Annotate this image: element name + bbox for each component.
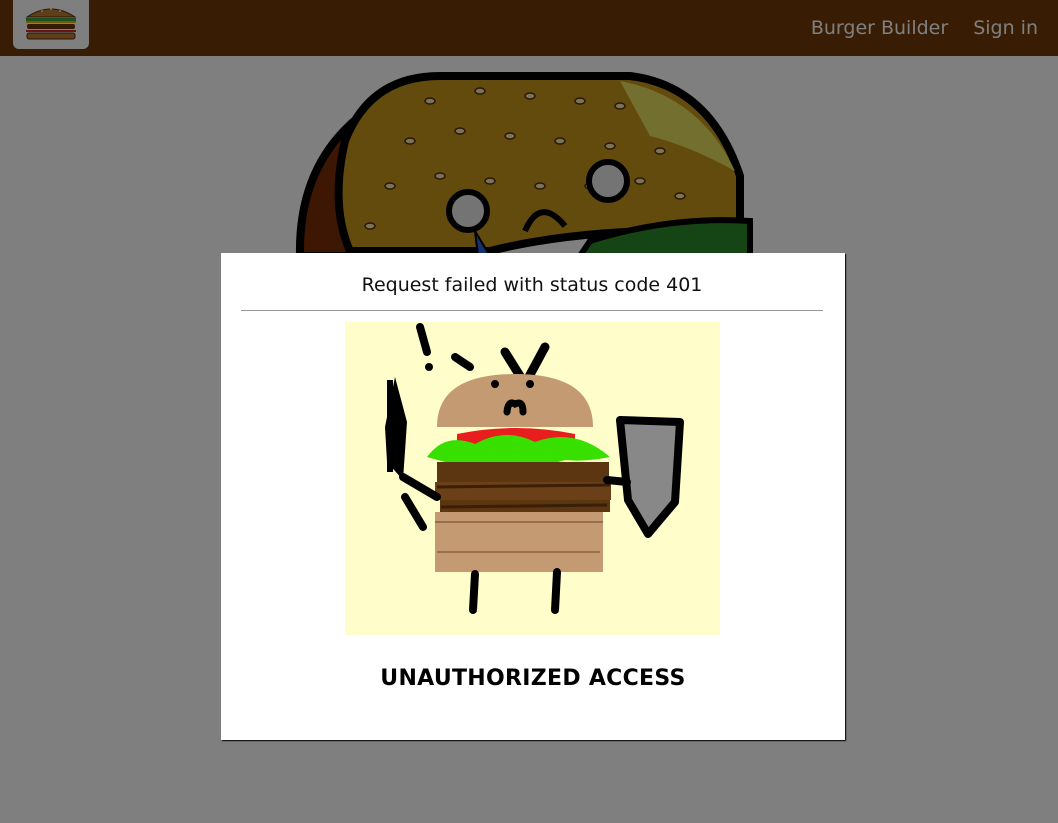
- error-title: Request failed with status code 401: [361, 274, 703, 296]
- angry-burger-knight-illustration: [385, 323, 684, 614]
- error-message: UNAUTHORIZED ACCESS: [380, 666, 686, 691]
- modal-divider: [241, 310, 823, 311]
- error-modal: Request failed with status code 401 UNAU…: [221, 253, 845, 740]
- error-illustration: [345, 322, 720, 635]
